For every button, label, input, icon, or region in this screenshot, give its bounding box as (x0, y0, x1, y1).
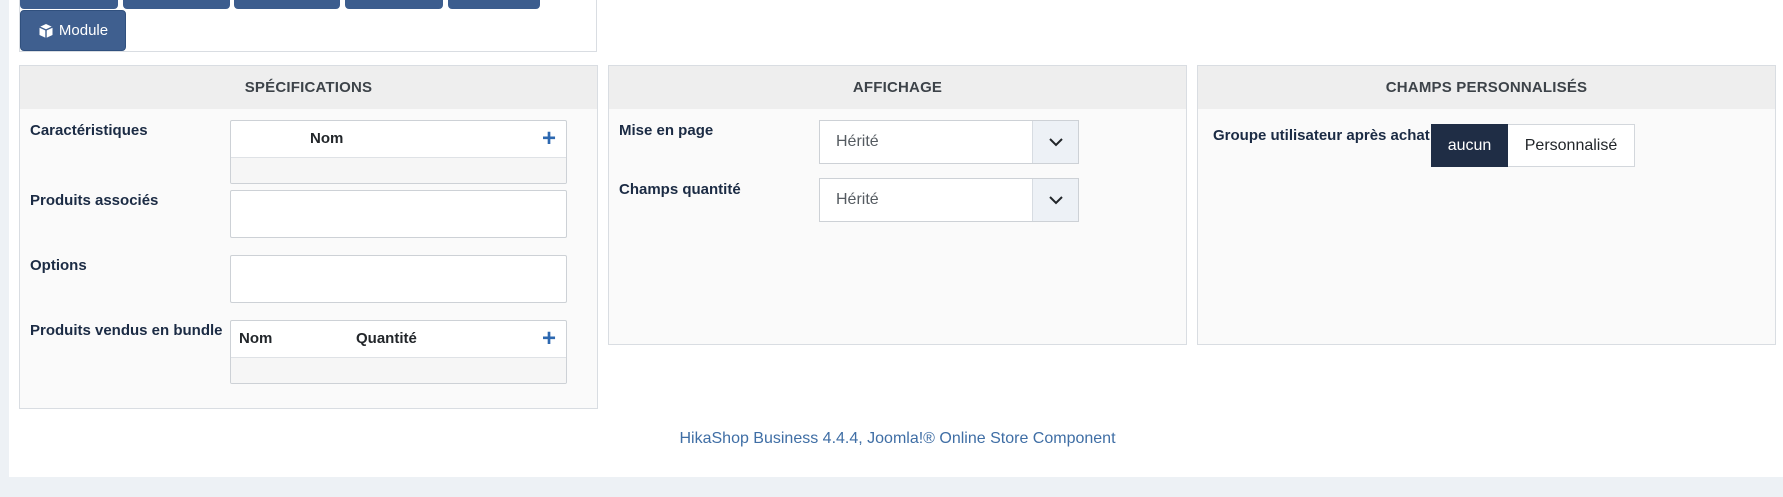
associated-products-field[interactable] (230, 190, 567, 238)
table-empty-row (231, 158, 566, 183)
module-button-label: Module (58, 22, 109, 39)
chevron-down-icon[interactable] (1032, 179, 1078, 221)
specifications-panel: SPÉCIFICATIONS Caractéristiques Nom + Pr… (19, 65, 598, 409)
toolbar-button-stub[interactable] (345, 0, 443, 9)
bundle-products-table: Nom Quantité + (230, 320, 567, 384)
panel-title: SPÉCIFICATIONS (20, 66, 597, 109)
option-none-button[interactable]: aucun (1431, 124, 1508, 167)
toolbar-button-stub[interactable] (123, 0, 230, 9)
panel-title: AFFICHAGE (609, 66, 1186, 109)
user-group-label: Groupe utilisateur après achat (1213, 127, 1430, 144)
associated-products-label: Produits associés (30, 192, 159, 209)
table-header: Nom Quantité + (231, 321, 566, 358)
options-field[interactable] (230, 255, 567, 303)
quantity-field-label: Champs quantité (619, 181, 741, 198)
options-label: Options (30, 257, 87, 274)
custom-fields-panel: CHAMPS PERSONNALISÉS Groupe utilisateur … (1197, 65, 1776, 345)
column-quantity: Quantité (356, 330, 417, 347)
toolbar-button-stub[interactable] (20, 0, 118, 9)
cube-icon (38, 23, 54, 39)
column-name: Nom (310, 130, 344, 147)
layout-label: Mise en page (619, 122, 714, 139)
add-bundle-plus-icon[interactable]: + (542, 327, 556, 351)
module-button[interactable]: Module (20, 10, 126, 51)
table-empty-row (231, 358, 566, 383)
panel-title: CHAMPS PERSONNALISÉS (1198, 66, 1775, 109)
toolbar-button-stub[interactable] (448, 0, 540, 9)
user-group-toggle: aucun Personnalisé (1431, 124, 1635, 167)
characteristics-label: Caractéristiques (30, 122, 148, 139)
table-header: Nom + (231, 121, 566, 158)
option-custom-button[interactable]: Personnalisé (1508, 124, 1635, 167)
quantity-field-select[interactable]: Hérité (819, 178, 1079, 222)
column-name: Nom (239, 330, 273, 347)
toolbar-button-stub[interactable] (234, 0, 340, 9)
characteristics-table: Nom + (230, 120, 567, 184)
layout-select-value: Hérité (836, 133, 879, 150)
display-panel: AFFICHAGE Mise en page Hérité Champs qua… (608, 65, 1187, 345)
add-characteristic-plus-icon[interactable]: + (542, 127, 556, 151)
bundle-products-label: Produits vendus en bundle (30, 322, 223, 339)
quantity-select-value: Hérité (836, 191, 879, 208)
footer-link[interactable]: HikaShop Business 4.4.4, Joomla!® Online… (0, 430, 1783, 448)
chevron-down-icon[interactable] (1032, 121, 1078, 163)
layout-select[interactable]: Hérité (819, 120, 1079, 164)
